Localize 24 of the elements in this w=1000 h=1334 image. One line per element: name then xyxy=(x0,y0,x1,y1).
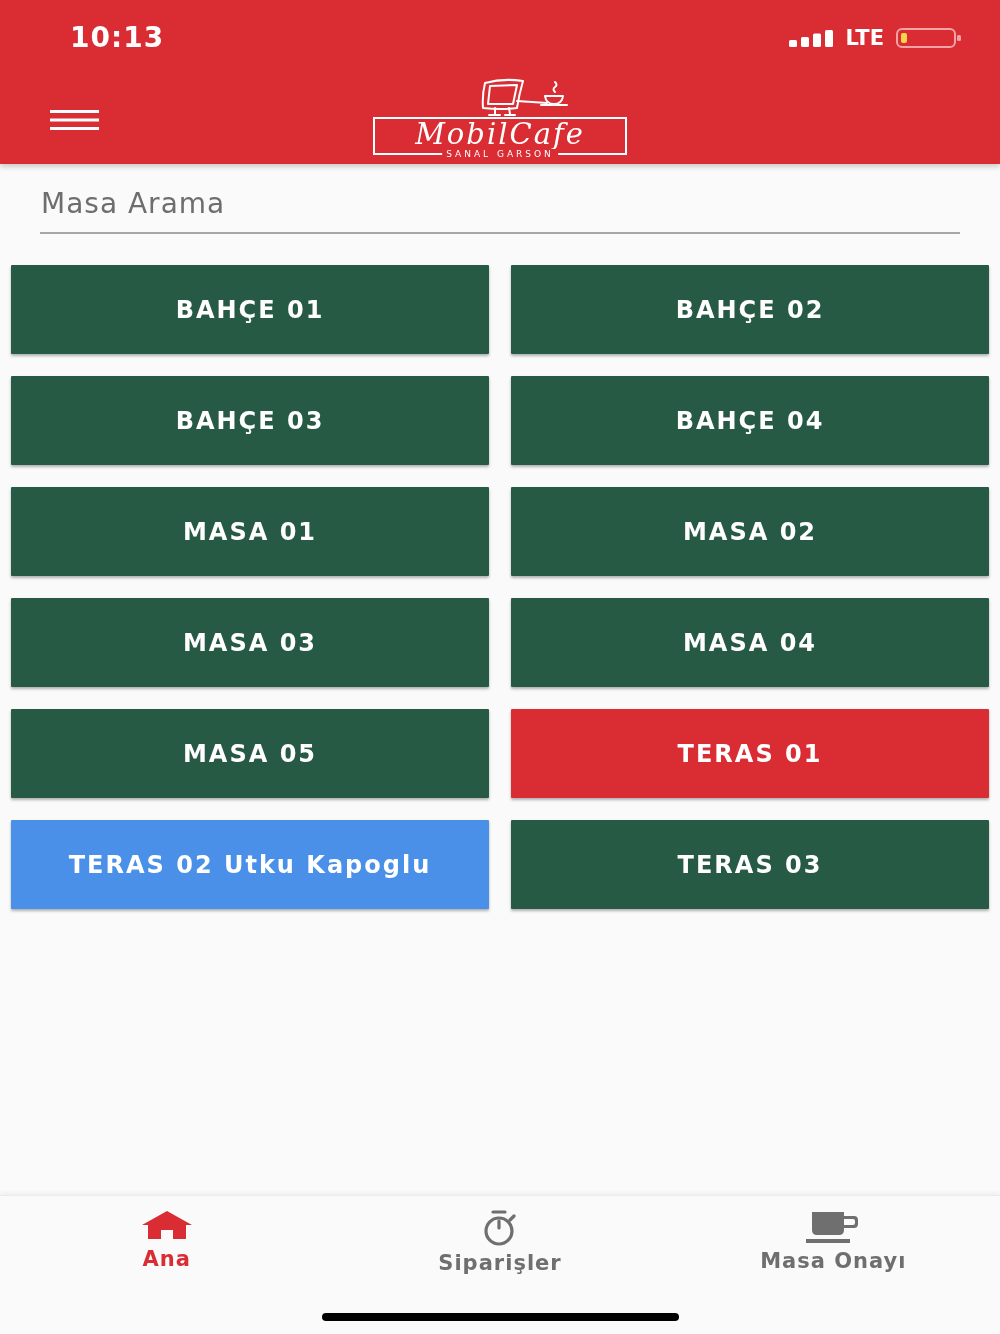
nav-tab[interactable]: Siparişler xyxy=(432,1208,568,1278)
table-button[interactable]: MASA 01 xyxy=(11,487,489,576)
home-icon xyxy=(140,1210,193,1240)
table-button[interactable]: TERAS 01 xyxy=(511,709,989,798)
status-time: 10:13 xyxy=(70,24,165,52)
menu-icon[interactable] xyxy=(50,110,99,130)
cup-icon xyxy=(806,1210,861,1244)
table-button[interactable]: BAHÇE 04 xyxy=(511,376,989,465)
table-button[interactable]: TERAS 03 xyxy=(511,820,989,909)
logo-title: MobilCafe xyxy=(415,119,585,149)
signal-icon xyxy=(789,29,836,47)
table-button[interactable]: BAHÇE 03 xyxy=(11,376,489,465)
battery-icon xyxy=(896,28,962,48)
table-button[interactable]: MASA 03 xyxy=(11,598,489,687)
search-field[interactable]: Masa Arama xyxy=(40,164,960,234)
table-button[interactable]: MASA 04 xyxy=(511,598,989,687)
nav-tab[interactable]: Ana xyxy=(134,1208,199,1278)
logo-subtitle: SANAL GARSON xyxy=(442,149,558,160)
table-button[interactable]: MASA 02 xyxy=(511,487,989,576)
network-type: LTE xyxy=(845,27,884,49)
table-button[interactable]: MASA 05 xyxy=(11,709,489,798)
table-button[interactable]: BAHÇE 02 xyxy=(511,265,989,354)
nav-tab[interactable]: Masa Onayı xyxy=(754,1208,913,1278)
table-button[interactable]: BAHÇE 01 xyxy=(11,265,489,354)
